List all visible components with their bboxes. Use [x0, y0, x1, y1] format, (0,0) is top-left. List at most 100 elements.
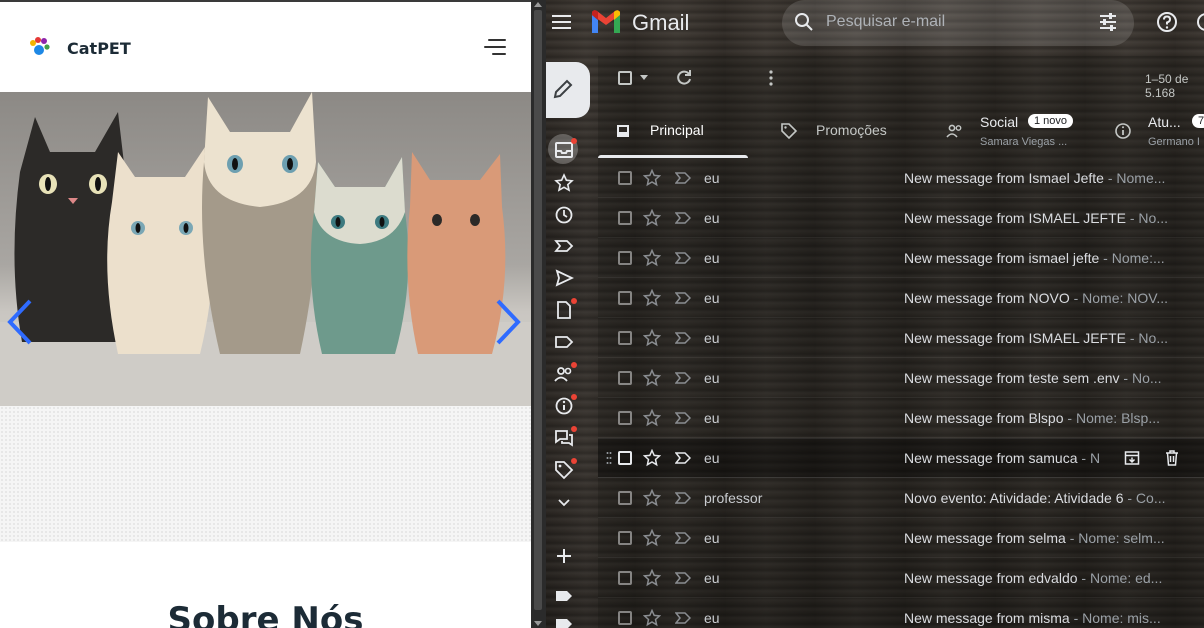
email-row[interactable]: eu New message from misma - Nome: mis...	[598, 598, 1204, 628]
important-marker-icon[interactable]	[674, 290, 692, 306]
email-row[interactable]: eu New message from edvaldo - Nome: ed...	[598, 558, 1204, 598]
compose-button[interactable]	[546, 62, 590, 118]
important-marker-icon[interactable]	[674, 570, 692, 586]
select-options-icon[interactable]	[640, 75, 648, 80]
email-subject: New message from edvaldo	[904, 570, 1078, 586]
archive-icon[interactable]	[1124, 449, 1140, 467]
carousel-next-icon[interactable]	[490, 297, 524, 347]
important-marker-icon[interactable]	[674, 450, 692, 466]
star-icon[interactable]	[642, 208, 662, 227]
tab-label: Social	[980, 114, 1019, 130]
star-icon[interactable]	[642, 568, 662, 587]
gmail-topbar: Gmail	[546, 0, 1204, 46]
email-row[interactable]: eu New message from selma - Nome: selm...	[598, 518, 1204, 558]
scroll-up-icon[interactable]	[534, 2, 542, 7]
search-input[interactable]	[826, 13, 1086, 31]
email-subject: New message from Ismael Jefte	[904, 170, 1104, 186]
important-marker-icon[interactable]	[674, 250, 692, 266]
email-checkbox[interactable]	[618, 611, 632, 625]
nav-snoozed-icon[interactable]	[554, 205, 574, 225]
important-marker-icon[interactable]	[674, 370, 692, 386]
email-checkbox[interactable]	[618, 491, 632, 505]
important-marker-icon[interactable]	[674, 410, 692, 426]
inbox-notification-dot	[571, 138, 577, 144]
email-row[interactable]: eu New message from ismael jefte - Nome:.…	[598, 238, 1204, 278]
social-notification-dot	[571, 362, 577, 368]
email-row[interactable]: eu New message from ISMAEL JEFTE - No...	[598, 198, 1204, 238]
scrollbar-thumb[interactable]	[534, 10, 542, 610]
important-marker-icon[interactable]	[674, 170, 692, 186]
nav-more-icon[interactable]	[554, 492, 574, 512]
email-row[interactable]: eu New message from teste sem .env - No..…	[598, 358, 1204, 398]
star-icon[interactable]	[642, 168, 662, 187]
email-checkbox[interactable]	[618, 291, 632, 305]
email-snippet: - Nome: Blsp...	[1063, 410, 1160, 426]
important-marker-icon[interactable]	[674, 610, 692, 626]
refresh-icon[interactable]	[674, 68, 694, 88]
email-row[interactable]: eu New message from samuca - N	[598, 438, 1204, 478]
tab-promocoes[interactable]: Promoções	[778, 104, 928, 158]
more-options-icon[interactable]	[768, 69, 774, 87]
tab-atualizacoes[interactable]: Atu... 7 Germano I	[1112, 104, 1204, 158]
email-checkbox[interactable]	[618, 451, 632, 465]
email-checkbox[interactable]	[618, 571, 632, 585]
email-checkbox[interactable]	[618, 371, 632, 385]
carousel-prev-icon[interactable]	[4, 297, 38, 347]
site-brand[interactable]: CatPET	[67, 39, 131, 58]
star-icon[interactable]	[642, 248, 662, 267]
nav-important-icon[interactable]	[554, 236, 574, 256]
star-icon[interactable]	[642, 608, 662, 627]
label-tag-icon[interactable]	[554, 586, 574, 606]
tab-social[interactable]: Social 1 novo Samara Viegas ...	[944, 104, 1104, 158]
select-all-checkbox[interactable]	[618, 71, 632, 85]
nav-starred-icon[interactable]	[554, 173, 574, 193]
search-options-icon[interactable]	[1097, 11, 1119, 33]
star-icon[interactable]	[642, 328, 662, 347]
star-icon[interactable]	[642, 528, 662, 547]
important-marker-icon[interactable]	[674, 530, 692, 546]
nav-label-icon[interactable]	[554, 332, 574, 352]
star-icon[interactable]	[642, 448, 662, 467]
email-sender: eu	[704, 370, 720, 386]
email-subject-line: New message from Ismael Jefte - Nome...	[904, 170, 1170, 186]
nav-sent-icon[interactable]	[554, 268, 574, 288]
email-snippet: - Nome: NOV...	[1069, 290, 1169, 306]
label-tag-icon[interactable]	[554, 614, 574, 628]
menu-toggle-icon[interactable]	[482, 37, 506, 57]
email-checkbox[interactable]	[618, 211, 632, 225]
email-checkbox[interactable]	[618, 331, 632, 345]
email-sender: eu	[704, 330, 720, 346]
star-icon[interactable]	[642, 488, 662, 507]
drag-handle-icon[interactable]	[606, 451, 612, 465]
email-checkbox[interactable]	[618, 251, 632, 265]
email-sender: eu	[704, 170, 720, 186]
delete-icon[interactable]	[1164, 449, 1180, 467]
scroll-down-icon[interactable]	[534, 621, 542, 626]
important-marker-icon[interactable]	[674, 490, 692, 506]
email-sender: eu	[704, 250, 720, 266]
star-icon[interactable]	[642, 368, 662, 387]
search-icon[interactable]	[794, 12, 814, 32]
email-row[interactable]: eu New message from ISMAEL JEFTE - No...	[598, 318, 1204, 358]
gmail-logo-icon[interactable]	[590, 9, 622, 35]
email-row[interactable]: eu New message from NOVO - Nome: NOV...	[598, 278, 1204, 318]
email-snippet: - No...	[1119, 370, 1162, 386]
email-checkbox[interactable]	[618, 531, 632, 545]
tab-principal[interactable]: Principal	[598, 104, 748, 158]
email-row[interactable]: eu New message from Ismael Jefte - Nome..…	[598, 158, 1204, 198]
main-menu-icon[interactable]	[552, 12, 572, 32]
email-row[interactable]: eu New message from Blspo - Nome: Blsp...	[598, 398, 1204, 438]
email-subject-line: New message from selma - Nome: selm...	[904, 530, 1170, 546]
settings-icon[interactable]	[1194, 10, 1204, 34]
star-icon[interactable]	[642, 408, 662, 427]
important-marker-icon[interactable]	[674, 330, 692, 346]
email-checkbox[interactable]	[618, 411, 632, 425]
email-row[interactable]: professor Novo evento: Atividade: Ativida…	[598, 478, 1204, 518]
star-icon[interactable]	[642, 288, 662, 307]
page-scrollbar[interactable]	[531, 0, 546, 628]
important-marker-icon[interactable]	[674, 210, 692, 226]
email-sender: eu	[704, 570, 720, 586]
email-checkbox[interactable]	[618, 171, 632, 185]
create-label-icon[interactable]	[554, 546, 574, 566]
help-icon[interactable]	[1156, 11, 1178, 33]
